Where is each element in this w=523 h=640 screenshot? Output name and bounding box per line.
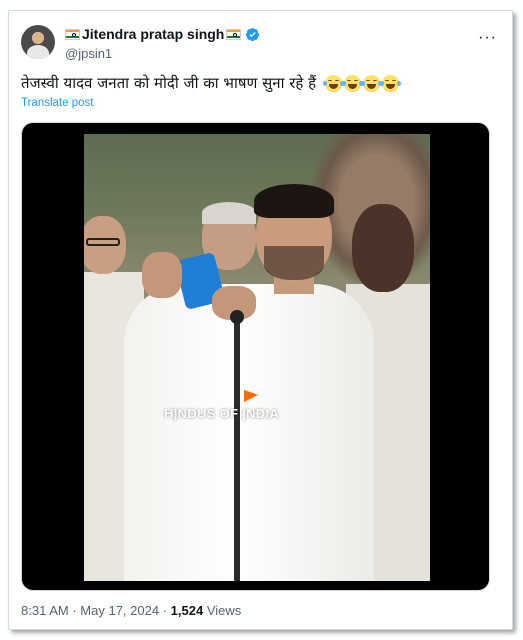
glasses-shape bbox=[86, 238, 120, 246]
views-label: Views bbox=[206, 603, 242, 618]
video-watermark: H|NDUS OF |NDIA bbox=[164, 406, 280, 421]
face-with-tears-of-joy-icon bbox=[341, 75, 363, 92]
tweet-header: Jitendra pratap singh @jpsin1 ··· bbox=[21, 25, 501, 65]
microphone-icon bbox=[230, 310, 244, 324]
verified-badge-icon bbox=[246, 27, 260, 41]
more-options-button[interactable]: ··· bbox=[478, 29, 497, 47]
emoji-group bbox=[322, 75, 401, 92]
speaker-body bbox=[124, 284, 374, 581]
microphone-stand bbox=[234, 314, 240, 581]
tweet-text: तेजस्वी यादव जनता को मोदी जी का भाषण सुन… bbox=[21, 73, 401, 93]
speaker-hair bbox=[254, 184, 334, 218]
post-date[interactable]: May 17, 2024 bbox=[80, 603, 159, 618]
translate-post-link[interactable]: Translate post bbox=[21, 97, 93, 109]
author-avatar[interactable] bbox=[21, 25, 55, 59]
post-time[interactable]: 8:31 AM bbox=[21, 603, 69, 618]
author-name-line[interactable]: Jitendra pratap singh bbox=[65, 26, 260, 42]
background-person-right-head bbox=[352, 204, 414, 292]
face-with-tears-of-joy-icon bbox=[322, 75, 344, 92]
author-display-name[interactable]: Jitendra pratap singh bbox=[82, 26, 224, 42]
views-count[interactable]: 1,524 bbox=[171, 603, 204, 618]
video-frame[interactable]: H|NDUS OF |NDIA bbox=[84, 134, 430, 581]
tweet-metadata: 8:31 AM · May 17, 2024 · 1,524 Views bbox=[21, 603, 241, 618]
author-handle[interactable]: @jpsin1 bbox=[65, 46, 112, 61]
tweet-card: Jitendra pratap singh @jpsin1 ··· तेजस्व… bbox=[8, 10, 513, 630]
india-flag-icon bbox=[226, 28, 242, 40]
video-player[interactable]: H|NDUS OF |NDIA bbox=[21, 122, 490, 591]
speaker-left-hand bbox=[142, 252, 182, 298]
tweet-text-body: तेजस्वी यादव जनता को मोदी जी का भाषण सुन… bbox=[21, 74, 317, 92]
speaker-beard bbox=[264, 246, 324, 280]
india-flag-icon bbox=[65, 28, 80, 40]
face-with-tears-of-joy-icon bbox=[360, 75, 382, 92]
face-with-tears-of-joy-icon bbox=[379, 75, 401, 92]
background-person-elder-hair bbox=[202, 202, 256, 224]
meta-separator: · bbox=[162, 603, 168, 618]
meta-separator: · bbox=[72, 603, 77, 618]
